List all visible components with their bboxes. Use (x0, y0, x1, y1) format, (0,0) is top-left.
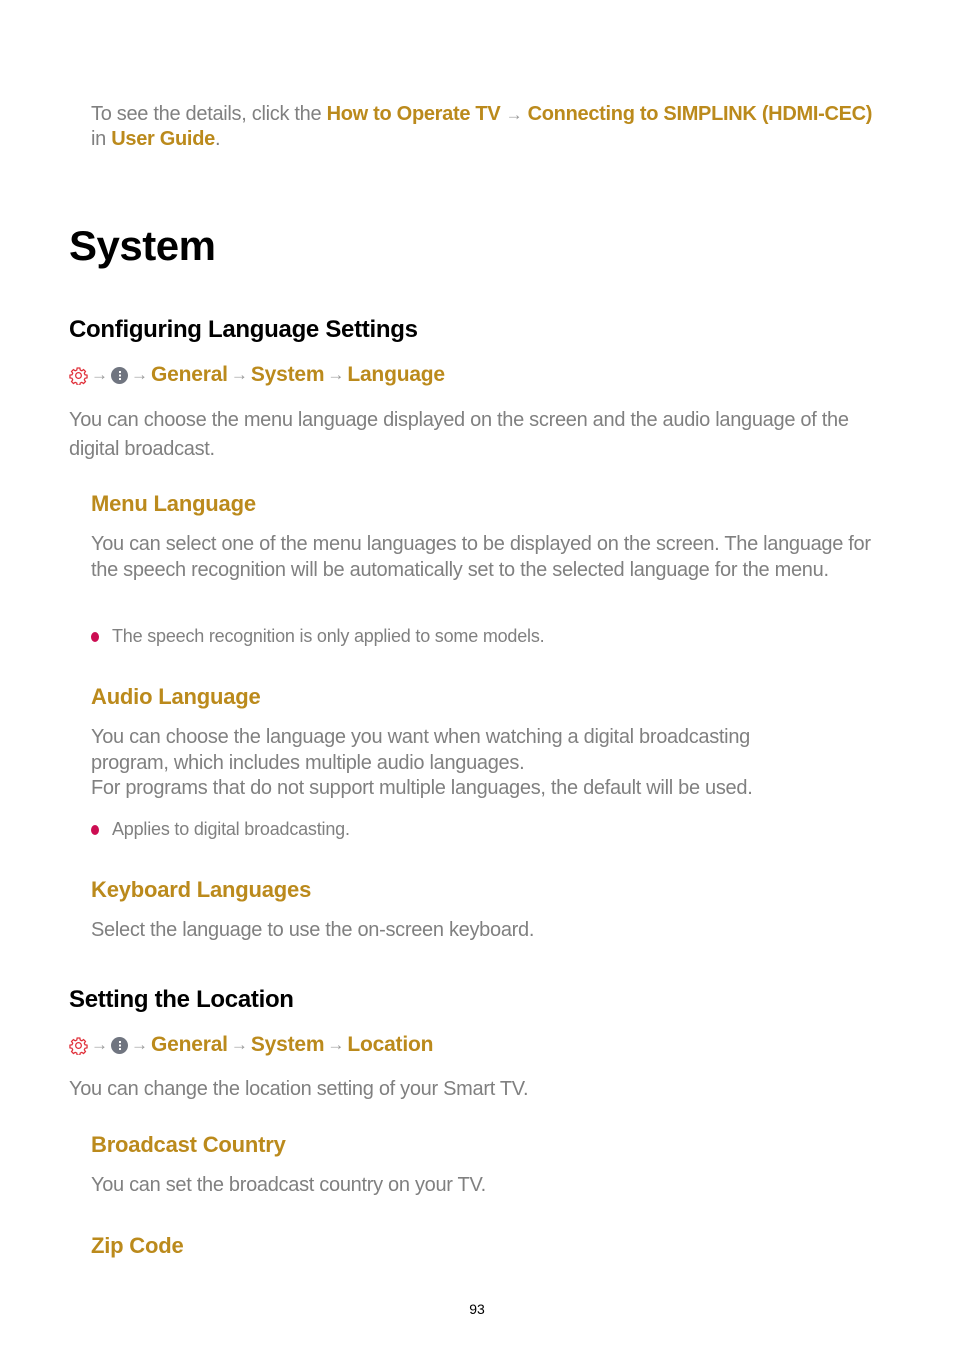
page-title: System (69, 222, 216, 269)
bullet-dot-icon (91, 824, 99, 835)
intro-note: To see the details, click the How to Ope… (91, 102, 891, 152)
bullet-item: Applies to digital broadcasting. (89, 819, 350, 840)
subheading-broadcast-country: Broadcast Country (91, 1132, 286, 1157)
note-prefix: To see the details, click the (91, 103, 327, 125)
path-item-language[interactable]: Language (347, 363, 445, 387)
arrow-icon: → (91, 1035, 108, 1054)
arrow-icon: → (131, 1035, 148, 1054)
audio-language-body-2: For programs that do not support multipl… (91, 777, 753, 799)
note-middle: in (91, 128, 112, 150)
audio-language-body: You can choose the language you want whe… (91, 726, 750, 774)
settings-gear-icon (69, 366, 88, 385)
bullet-text: The speech recognition is only applied t… (112, 626, 545, 646)
arrow-icon: → (327, 365, 345, 384)
subheading-keyboard-languages: Keyboard Languages (91, 877, 312, 902)
link-user-guide[interactable]: User Guide (111, 128, 215, 150)
language-description: You can choose the menu language display… (69, 409, 849, 460)
link-connecting-simplink[interactable]: Connecting to SIMPLINK (HDMI-CEC) (528, 103, 873, 125)
bullet-text: Applies to digital broadcasting. (112, 819, 350, 839)
menu-language-body: You can select one of the menu languages… (91, 533, 871, 581)
page-number: 93 (469, 1301, 485, 1317)
keyboard-languages-body: Select the language to use the on-screen… (91, 919, 535, 941)
more-options-icon (111, 1036, 128, 1054)
arrow-icon: → (230, 365, 248, 384)
path-item-general[interactable]: General (151, 1033, 228, 1057)
subheading-zip-code: Zip Code (91, 1233, 184, 1258)
path-item-general[interactable]: General (151, 363, 228, 387)
subheading-audio-language: Audio Language (91, 684, 261, 709)
bullet-dot-icon (91, 631, 99, 642)
broadcast-country-body: You can set the broadcast country on you… (91, 1174, 486, 1196)
path-item-system[interactable]: System (251, 363, 325, 387)
link-how-to-operate-tv[interactable]: How to Operate TV (327, 103, 501, 125)
arrow-icon: → (327, 1035, 345, 1054)
menu-path-location: → → General → System → Location (69, 1033, 433, 1057)
bullet-item: The speech recognition is only applied t… (89, 626, 545, 647)
menu-path-language: → → General → System → Language (69, 363, 445, 387)
path-item-system[interactable]: System (251, 1033, 325, 1057)
section-heading-language: Configuring Language Settings (69, 316, 418, 343)
path-item-location[interactable]: Location (347, 1033, 433, 1057)
note-suffix: . (214, 128, 221, 150)
location-description: You can change the location setting of y… (69, 1078, 529, 1100)
arrow-icon: → (131, 365, 148, 384)
arrow-icon: → (91, 365, 108, 384)
arrow-icon: → (230, 1035, 248, 1054)
settings-gear-icon (69, 1036, 88, 1055)
section-heading-location: Setting the Location (69, 986, 294, 1013)
arrow-icon: → (505, 105, 523, 124)
subheading-menu-language: Menu Language (91, 491, 256, 516)
more-options-icon (111, 366, 128, 384)
